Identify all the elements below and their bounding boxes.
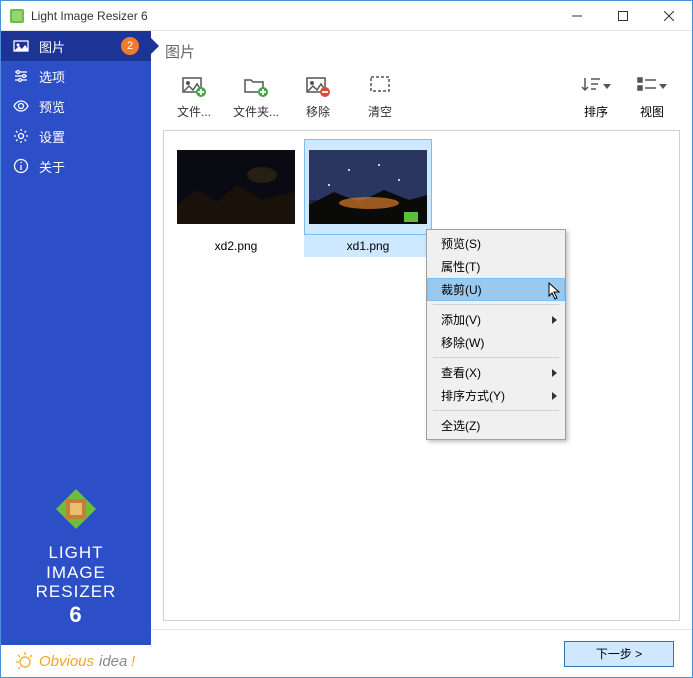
thumbnail-item[interactable]: xd2.png: [172, 139, 300, 257]
remove-icon: [287, 73, 349, 99]
chevron-right-icon: [552, 316, 557, 324]
sidebar-item-label: 图片: [39, 37, 121, 56]
toolbar-label: 视图: [624, 103, 680, 120]
add-file-button[interactable]: 文件...: [163, 73, 225, 120]
context-menu: 预览(S) 属性(T) 裁剪(U) 添加(V) 移除(W) 查看(X) 排序方式…: [426, 229, 566, 440]
sidebar: 图片 2 选项 预览 设置 关于: [1, 31, 151, 677]
menu-item-crop[interactable]: 裁剪(U): [427, 278, 565, 301]
app-icon: [9, 8, 25, 24]
menu-separator: [433, 304, 559, 305]
close-button[interactable]: [646, 1, 692, 31]
menu-separator: [433, 410, 559, 411]
thumbnail-area[interactable]: xd2.png xd1.png 预览(S) 属性(T) 裁剪(U) 添加(V) …: [163, 130, 680, 621]
menu-item-remove[interactable]: 移除(W): [427, 331, 565, 354]
sidebar-item-images[interactable]: 图片 2: [1, 31, 151, 61]
clear-icon: [349, 73, 411, 99]
sidebar-item-label: 关于: [39, 157, 139, 176]
menu-item-preview[interactable]: 预览(S): [427, 232, 565, 255]
toolbar-label: 文件夹...: [225, 103, 287, 120]
images-icon: [13, 38, 29, 54]
view-button[interactable]: 视图: [624, 73, 680, 120]
add-file-icon: [163, 73, 225, 99]
info-icon: [13, 158, 29, 174]
sort-icon: [581, 76, 601, 97]
sidebar-item-label: 选项: [39, 67, 139, 86]
minimize-button[interactable]: [554, 1, 600, 31]
sidebar-item-label: 预览: [39, 97, 139, 116]
menu-item-add[interactable]: 添加(V): [427, 308, 565, 331]
menu-item-view[interactable]: 查看(X): [427, 361, 565, 384]
chevron-down-icon: [603, 79, 611, 93]
toolbar-label: 移除: [287, 103, 349, 120]
sidebar-item-settings[interactable]: 设置: [1, 121, 151, 151]
toolbar-label: 清空: [349, 103, 411, 120]
eye-icon: [13, 98, 29, 114]
chevron-right-icon: [552, 392, 557, 400]
view-icon: [637, 76, 657, 97]
chevron-down-icon: [659, 79, 667, 93]
toolbar-label: 排序: [568, 103, 624, 120]
thumbnail-item[interactable]: xd1.png: [304, 139, 432, 257]
menu-item-sortby[interactable]: 排序方式(Y): [427, 384, 565, 407]
app-window: Light Image Resizer 6 图片 2 选项 预览: [0, 0, 693, 678]
maximize-button[interactable]: [600, 1, 646, 31]
thumbnail-caption: xd1.png: [304, 235, 432, 257]
svg-text:Obvious: Obvious: [39, 653, 95, 670]
toolbar: 文件... 文件夹... 移除 清空 排序: [151, 71, 692, 130]
menu-item-properties[interactable]: 属性(T): [427, 255, 565, 278]
clear-button[interactable]: 清空: [349, 73, 411, 120]
page-title: 图片: [151, 31, 692, 71]
titlebar: Light Image Resizer 6: [1, 1, 692, 31]
thumbnail-caption: xd2.png: [172, 235, 300, 257]
sidebar-footer: LIGHT IMAGE RESIZER 6 Obvious idea !: [1, 475, 151, 677]
next-button[interactable]: 下一步 >: [564, 641, 674, 667]
add-folder-icon: [225, 73, 287, 99]
sidebar-item-label: 设置: [39, 127, 139, 146]
gear-icon: [13, 128, 29, 144]
add-folder-button[interactable]: 文件夹...: [225, 73, 287, 120]
svg-text:!: !: [131, 653, 136, 670]
logo-line: RESIZER: [36, 582, 117, 601]
window-title: Light Image Resizer 6: [31, 9, 148, 23]
sidebar-item-about[interactable]: 关于: [1, 151, 151, 181]
toolbar-label: 文件...: [163, 103, 225, 120]
sort-button[interactable]: 排序: [568, 73, 624, 120]
app-logo: LIGHT IMAGE RESIZER 6: [36, 475, 117, 645]
sidebar-item-options[interactable]: 选项: [1, 61, 151, 91]
logo-line: LIGHT: [48, 543, 103, 562]
remove-button[interactable]: 移除: [287, 73, 349, 120]
svg-text:idea: idea: [99, 653, 127, 670]
footer: 下一步 >: [151, 629, 692, 677]
obviousidea-logo[interactable]: Obvious idea !: [1, 645, 151, 677]
logo-line: IMAGE: [46, 563, 106, 582]
sidebar-item-preview[interactable]: 预览: [1, 91, 151, 121]
main-panel: 图片 文件... 文件夹... 移除 清空: [151, 31, 692, 677]
sliders-icon: [13, 68, 29, 84]
chevron-right-icon: [552, 369, 557, 377]
logo-line: 6: [36, 602, 117, 627]
menu-item-selectall[interactable]: 全选(Z): [427, 414, 565, 437]
images-count-badge: 2: [121, 37, 139, 55]
menu-separator: [433, 357, 559, 358]
